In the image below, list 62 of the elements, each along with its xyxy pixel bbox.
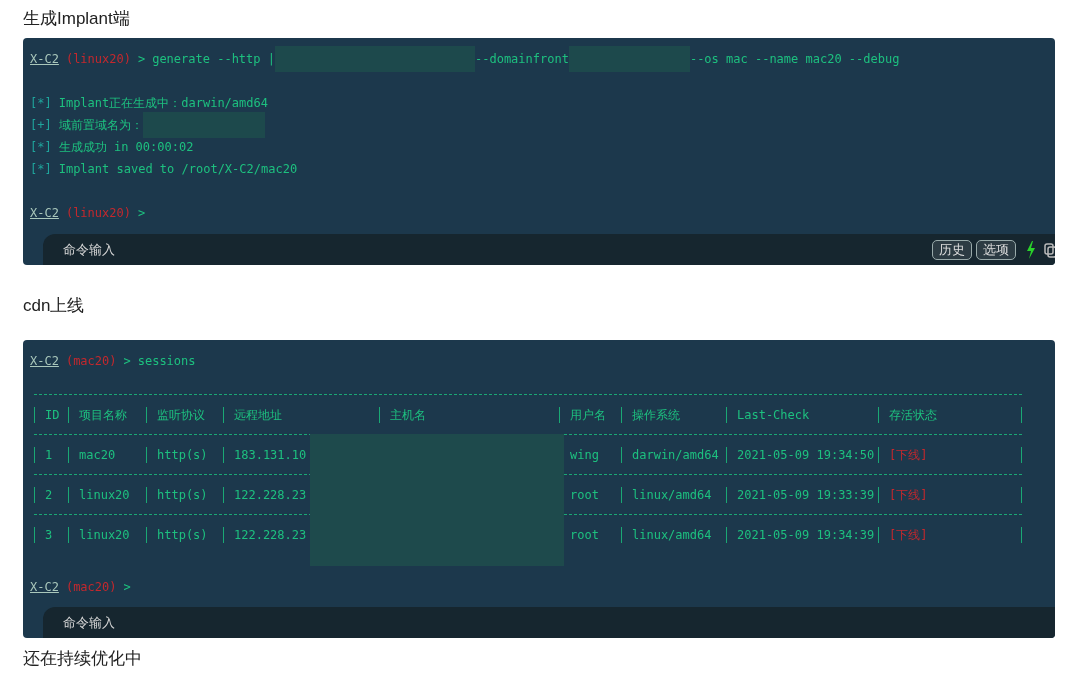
- terminal-text: sessions: [137, 353, 196, 370]
- command-input-field[interactable]: 命令输入 历史 选项: [43, 234, 1055, 265]
- prompt-app: X-C2: [30, 205, 59, 222]
- output-marker: [*]: [30, 139, 52, 156]
- column-header: 用户名: [559, 406, 621, 423]
- terminal-text: generate --http |: [152, 51, 275, 68]
- table-cell: 3: [34, 526, 68, 543]
- output-marker: [*]: [30, 161, 52, 178]
- toolbar-button[interactable]: 选项: [976, 239, 1016, 260]
- footer-text: 还在持续优化中: [23, 648, 143, 670]
- table-cell: http(s): [146, 526, 223, 543]
- prompt-symbol: >: [123, 353, 131, 370]
- prompt-app: X-C2: [30, 51, 59, 68]
- table-cell: 1: [34, 446, 68, 463]
- prompt-app: X-C2: [30, 353, 59, 370]
- terminal-text: Implant正在生成中：darwin/amd64: [58, 95, 268, 112]
- prompt-symbol: >: [123, 579, 131, 596]
- table-cell: http(s): [146, 486, 223, 503]
- column-header: 远程地址: [223, 406, 379, 423]
- table-cell: 2021-05-09 19:34:39: [726, 526, 878, 543]
- command-input[interactable]: 命令输入: [61, 611, 1055, 634]
- command-input-field[interactable]: 命令输入: [43, 607, 1055, 638]
- section-heading: cdn上线: [23, 295, 86, 317]
- terminal-text: 生成成功 in 00:00:02: [58, 139, 194, 156]
- section-heading: 生成Implant端: [23, 8, 131, 30]
- lightning-icon[interactable]: [1026, 240, 1036, 259]
- table-cell: linux20: [68, 526, 146, 543]
- table-cell: linux/amd64: [621, 526, 726, 543]
- column-header: 主机名: [379, 406, 559, 423]
- table-cell: linux/amd64: [621, 486, 726, 503]
- prompt-context: (linux20): [65, 51, 131, 68]
- status-text: [下线]: [878, 486, 1022, 503]
- status-text: [下线]: [878, 526, 1022, 543]
- prompt-context: (mac20): [65, 353, 117, 370]
- table-cell: linux20: [68, 486, 146, 503]
- prompt-context: (linux20): [65, 205, 131, 222]
- output-marker: [*]: [30, 95, 52, 112]
- toolbar-button[interactable]: 历史: [932, 239, 972, 260]
- column-header: Last-Check: [726, 406, 878, 423]
- terminal-text: --os mac --name mac20 --debug: [689, 51, 900, 68]
- prompt-symbol: >: [137, 51, 146, 68]
- column-header: ID: [34, 406, 68, 423]
- terminal-text: 域前置域名为：: [58, 117, 143, 134]
- prompt-symbol: >: [137, 205, 146, 222]
- column-header: 监听协议: [146, 406, 223, 423]
- terminal-text: --domainfront: [475, 51, 569, 68]
- prompt-app: X-C2: [30, 579, 59, 596]
- table-cell: 2021-05-09 19:34:50: [726, 446, 878, 463]
- table-cell: 2: [34, 486, 68, 503]
- prompt-context: (mac20): [65, 579, 117, 596]
- table-cell: 2021-05-09 19:33:39: [726, 486, 878, 503]
- output-marker: [+]: [30, 117, 52, 134]
- table-cell: mac20: [68, 446, 146, 463]
- column-header: 存活状态: [878, 406, 1022, 423]
- copy-icon[interactable]: [1044, 241, 1055, 258]
- terminal-text: Implant saved to /root/X-C2/mac20: [58, 161, 298, 178]
- column-header: 操作系统: [621, 406, 726, 423]
- status-text: [下线]: [878, 446, 1022, 463]
- table-cell: http(s): [146, 446, 223, 463]
- command-input[interactable]: 命令输入: [61, 238, 928, 261]
- column-header: 项目名称: [68, 406, 146, 423]
- table-cell: darwin/amd64: [621, 446, 726, 463]
